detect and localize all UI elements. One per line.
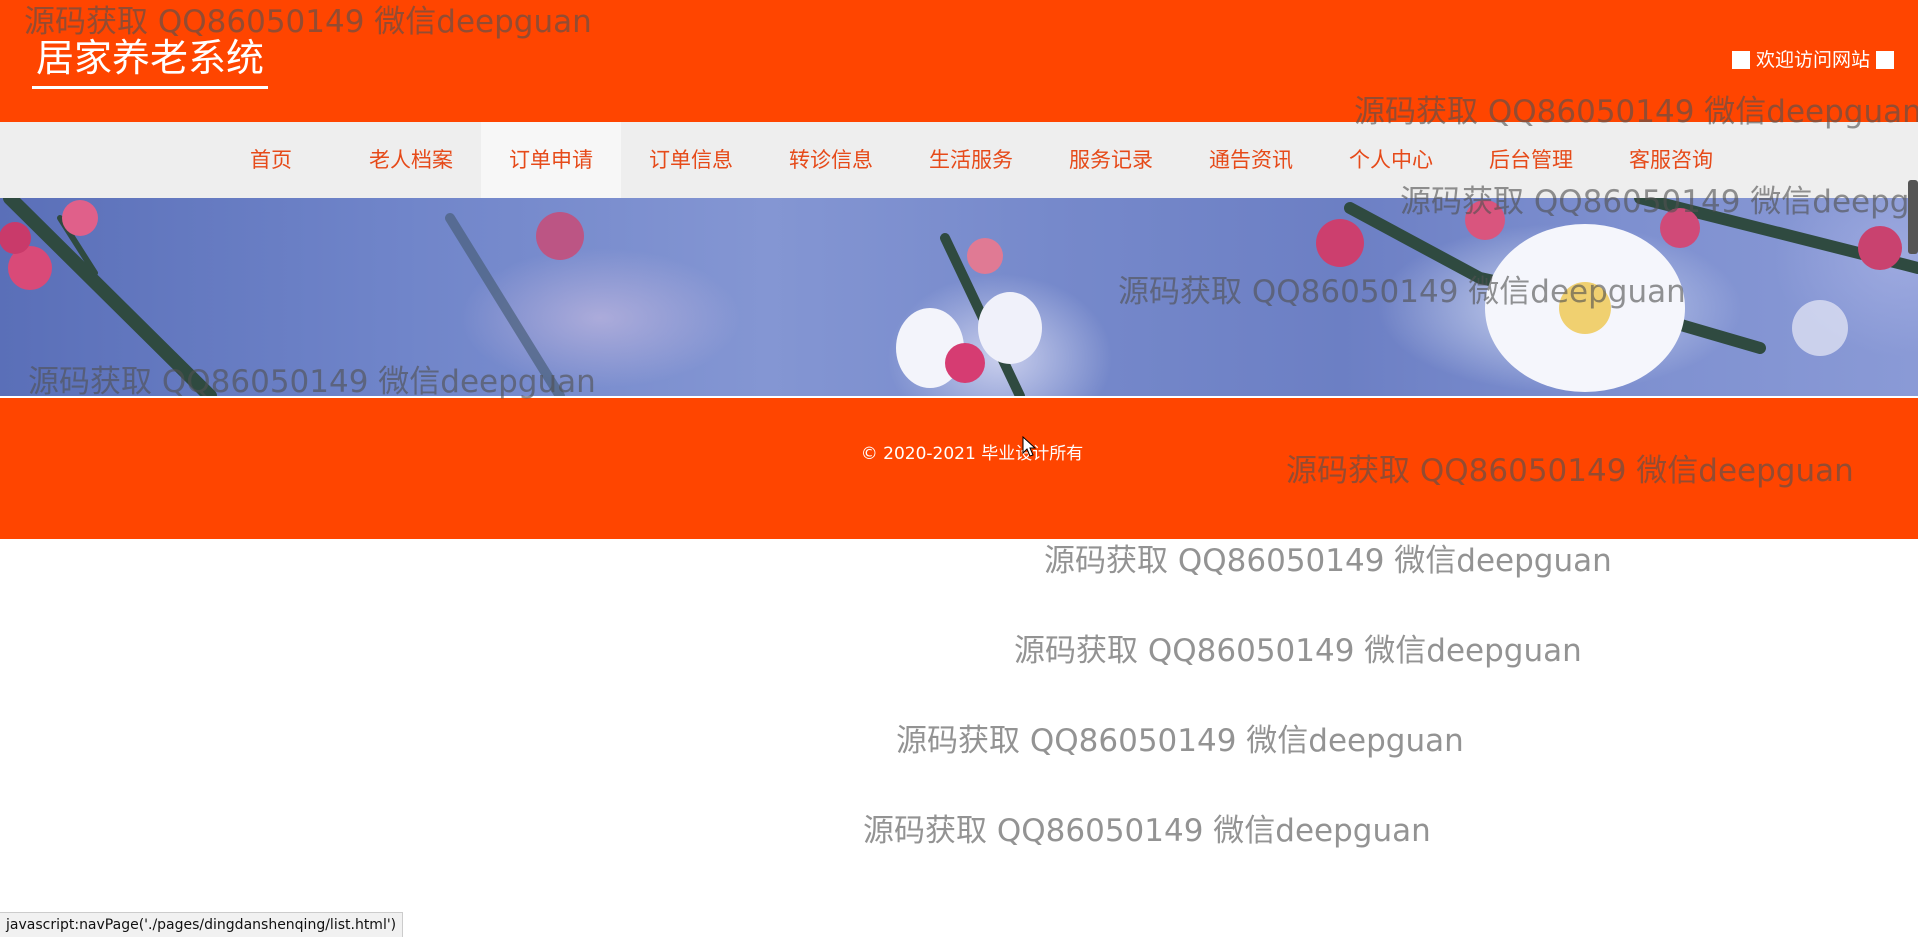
watermark-text: 源码获取 QQ86050149 微信deepguan: [863, 813, 1431, 849]
nav-item-personal-center[interactable]: 个人中心: [1321, 122, 1461, 198]
main-nav: 首页 老人档案 订单申请 订单信息 转诊信息 生活服务 服务记录 通告资讯 个人…: [0, 122, 1918, 198]
nav-item-customer-service[interactable]: 客服咨询: [1601, 122, 1741, 198]
watermark-text: 源码获取 QQ86050149 微信deepguan: [1014, 633, 1582, 669]
status-bar-url: javascript:navPage('./pages/dingdanshenq…: [0, 912, 404, 937]
header: 居家养老系统 欢迎访问网站: [0, 0, 1918, 122]
nav-list: 首页 老人档案 订单申请 订单信息 转诊信息 生活服务 服务记录 通告资讯 个人…: [201, 122, 1741, 198]
nav-item-admin[interactable]: 后台管理: [1461, 122, 1601, 198]
plum-blossom-illustration: [0, 198, 1918, 396]
nav-item-order-application[interactable]: 订单申请: [481, 122, 621, 198]
welcome-area: 欢迎访问网站: [1731, 47, 1894, 73]
nav-item-elder-profiles[interactable]: 老人档案: [341, 122, 481, 198]
banner-image: [0, 198, 1918, 396]
welcome-text: 欢迎访问网站: [1755, 49, 1870, 71]
nav-item-order-info[interactable]: 订单信息: [621, 122, 761, 198]
mouse-cursor-icon: [1022, 436, 1037, 457]
site-title[interactable]: 居家养老系统: [32, 34, 269, 89]
nav-item-referral-info[interactable]: 转诊信息: [761, 122, 901, 198]
square-icon: [1876, 51, 1894, 69]
nav-item-life-services[interactable]: 生活服务: [901, 122, 1041, 198]
scrollbar-handle[interactable]: [1908, 180, 1918, 254]
watermark-text: 源码获取 QQ86050149 微信deepguan: [896, 723, 1464, 759]
nav-item-service-records[interactable]: 服务记录: [1041, 122, 1181, 198]
watermark-text: 源码获取 QQ86050149 微信deepguan: [1044, 543, 1612, 579]
square-icon: [1731, 51, 1750, 69]
nav-item-announcements[interactable]: 通告资讯: [1181, 122, 1321, 198]
copyright-text: © 2020-2021 毕业设计所有: [860, 444, 1084, 464]
footer: © 2020-2021 毕业设计所有: [0, 398, 1918, 539]
nav-item-home[interactable]: 首页: [201, 122, 341, 198]
